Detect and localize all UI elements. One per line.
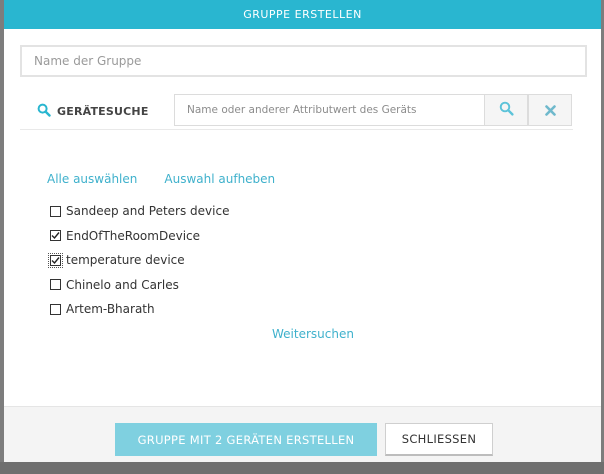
deselect-all-link[interactable]: Auswahl aufheben [164,172,275,186]
dialog-header: GRUPPE ERSTELLEN [4,0,601,29]
device-name: EndOfTheRoomDevice [66,228,201,243]
device-checkbox[interactable] [50,303,61,315]
search-button[interactable] [484,94,528,126]
background-app-bottom [0,462,604,474]
checkmark-icon [51,256,60,264]
select-all-link[interactable]: Alle auswählen [47,172,137,186]
close-icon [544,101,556,120]
search-icon [37,103,51,120]
device-name: temperature device [66,253,185,268]
device-list-item[interactable]: EndOfTheRoomDevice [50,224,229,249]
dialog-body: GERÄTESUCHE [4,29,601,406]
device-list-item[interactable]: Sandeep and Peters device [50,199,229,224]
device-checkbox[interactable] [50,230,61,242]
device-search-input[interactable] [174,94,485,126]
create-group-button[interactable]: GRUPPE MIT 2 GERÄTEN ERSTELLEN [115,423,377,456]
device-list-item[interactable]: Artem-Bharath [50,297,229,322]
close-button[interactable]: SCHLIESSEN [385,423,493,456]
checkmark-icon [51,232,60,240]
group-name-input[interactable] [20,45,587,77]
clear-search-button[interactable] [528,94,572,126]
device-checkbox[interactable] [50,279,61,291]
device-search-label-text: GERÄTESUCHE [57,105,149,118]
device-name: Sandeep and Peters device [66,204,230,219]
selection-links: Alle auswählen Auswahl aufheben [47,172,275,186]
device-name: Chinelo and Carles [66,277,179,292]
create-group-dialog: GRUPPE ERSTELLEN GERÄTESUCHE [4,0,601,462]
device-list-item[interactable]: temperature device [48,248,229,273]
search-icon [499,101,514,120]
device-list-item[interactable]: Chinelo and Carles [50,273,229,298]
device-checkbox[interactable] [48,252,63,268]
device-name: Artem-Bharath [66,302,155,317]
search-more-link[interactable]: Weitersuchen [272,327,354,341]
device-search-row: GERÄTESUCHE [4,93,601,130]
device-list: Sandeep and Peters device EndOfTheRoomDe… [48,199,229,322]
dialog-title: GRUPPE ERSTELLEN [243,8,362,21]
divider [20,129,573,130]
dialog-footer: GRUPPE MIT 2 GERÄTEN ERSTELLEN SCHLIESSE… [4,406,601,462]
device-checkbox[interactable] [50,205,61,217]
device-search-label: GERÄTESUCHE [37,103,149,120]
